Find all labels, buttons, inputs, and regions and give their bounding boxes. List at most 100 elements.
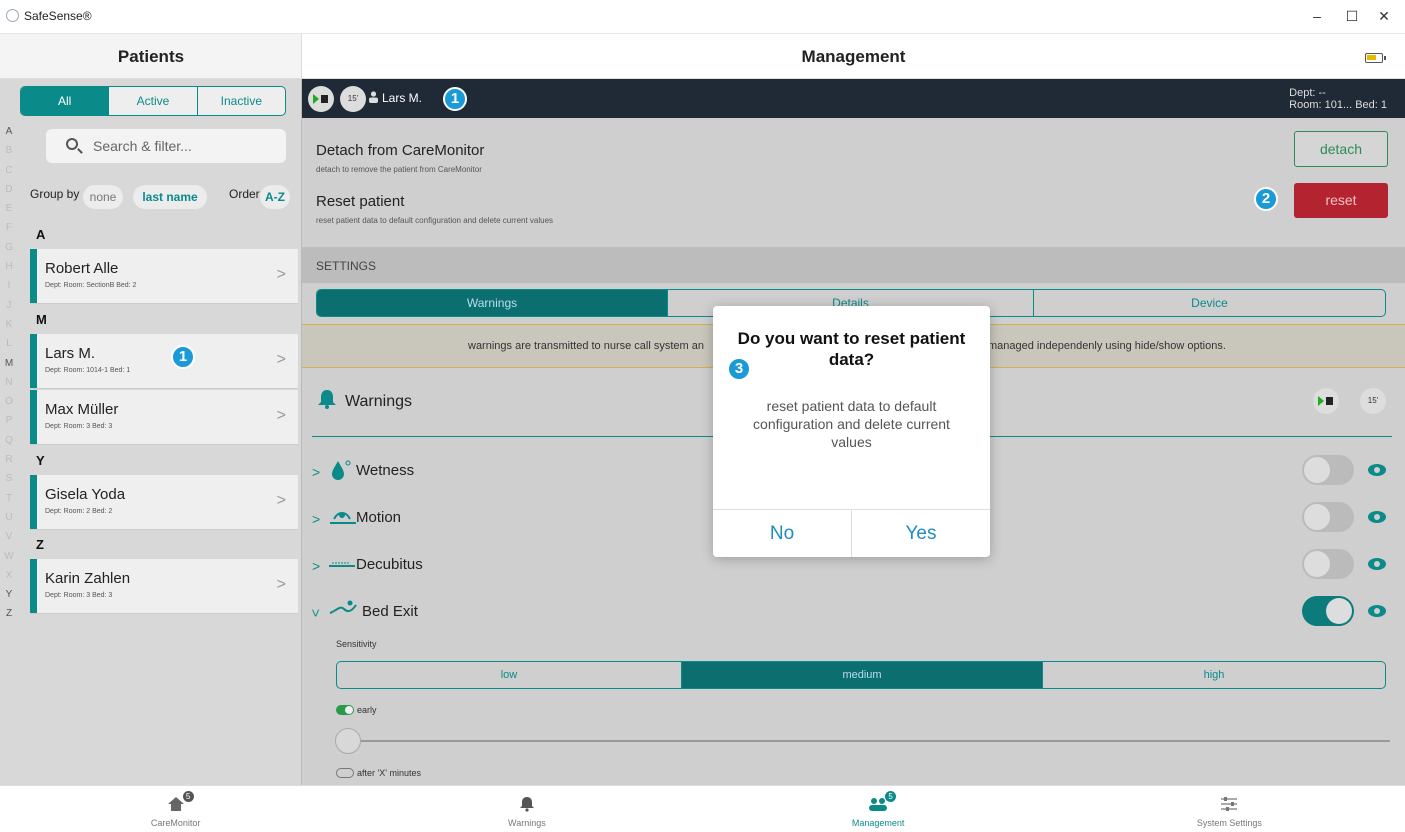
sensitivity-high[interactable]: high — [1043, 662, 1385, 688]
maximize-button[interactable]: ☐ — [1341, 6, 1363, 26]
wetness-toggle[interactable] — [1302, 455, 1354, 485]
alphabet-index-letter[interactable]: Z — [0, 604, 18, 623]
nav-system-settings[interactable]: System Settings — [1054, 786, 1405, 832]
chevron-right-icon: > — [276, 407, 286, 424]
alphabet-index-letter[interactable]: O — [0, 392, 18, 411]
dialog-title: Do you want to reset patient data? — [737, 329, 966, 369]
patient-row[interactable]: Karin Zahlen Dept: Room: 3 Bed: 3 > — [30, 559, 298, 614]
alphabet-index-letter[interactable]: D — [0, 180, 18, 199]
bed-exit-toggle[interactable] — [1302, 596, 1354, 626]
sensitivity-low[interactable]: low — [337, 662, 682, 688]
yes-button[interactable]: Yes — [852, 510, 990, 557]
group-none-button[interactable]: none — [83, 185, 123, 209]
alphabet-index-letter[interactable]: V — [0, 527, 18, 546]
nav-management[interactable]: 5 Management — [703, 786, 1054, 832]
order-button[interactable]: A-Z — [260, 185, 290, 209]
sensitivity-label: Sensitivity — [336, 639, 377, 649]
alphabet-index-letter[interactable]: Y — [0, 585, 18, 604]
eye-icon[interactable] — [1368, 464, 1386, 476]
timer-button[interactable]: 15' — [340, 86, 366, 112]
after-minutes-switch[interactable] — [336, 768, 354, 778]
home-icon: 5 — [166, 791, 194, 812]
bottom-navigation: 5 CareMonitor Warnings 5 Management Syst… — [0, 785, 1405, 832]
minimize-button[interactable]: – — [1306, 6, 1328, 26]
play-stop-button[interactable] — [1313, 388, 1339, 414]
motion-toggle[interactable] — [1302, 502, 1354, 532]
patient-row[interactable]: Gisela Yoda Dept: Room: 2 Bed: 2 > — [30, 475, 298, 530]
settings-section: SETTINGS — [302, 247, 1405, 283]
nav-label: Warnings — [508, 818, 546, 828]
callout-marker: 1 — [171, 345, 195, 369]
eye-icon[interactable] — [1368, 558, 1386, 570]
alphabet-index-letter[interactable]: U — [0, 508, 18, 527]
alphabet-index-letter[interactable]: N — [0, 373, 18, 392]
alphabet-index-letter[interactable]: C — [0, 161, 18, 180]
reset-button[interactable]: reset — [1294, 183, 1388, 218]
alphabet-index-letter[interactable]: P — [0, 411, 18, 430]
expand-motion-chevron-icon[interactable]: > — [312, 511, 320, 527]
filter-active[interactable]: Active — [109, 87, 198, 115]
filter-all[interactable]: All — [21, 87, 110, 115]
alphabet-index-letter[interactable]: R — [0, 450, 18, 469]
sensitivity-medium[interactable]: medium — [682, 662, 1043, 688]
group-last-name-button[interactable]: last name — [133, 185, 207, 209]
alphabet-index-letter[interactable]: B — [0, 141, 18, 160]
expand-wetness-chevron-icon[interactable]: > — [312, 464, 320, 480]
patient-row[interactable]: Lars M. Dept: Room: 1014-1 Bed: 1 > — [30, 334, 298, 389]
title-bar: SafeSense® – ☐ ✕ — [0, 0, 1405, 34]
patient-name: Lars M. — [45, 345, 96, 362]
no-button[interactable]: No — [713, 510, 852, 557]
delay-slider-handle[interactable] — [335, 728, 361, 754]
warnings-title: Warnings — [345, 393, 412, 410]
search-input[interactable]: Search & filter... — [46, 129, 286, 163]
alphabet-index-letter[interactable]: W — [0, 547, 18, 566]
alphabet-index-letter[interactable]: S — [0, 469, 18, 488]
window-title: SafeSense® — [24, 9, 92, 23]
alphabet-index: ABCDEFGHIJKLMNOPQRSTUVWXYZ — [0, 122, 18, 624]
patients-header: Patients — [0, 34, 302, 79]
early-label: early — [357, 705, 377, 715]
nav-warnings[interactable]: Warnings — [351, 786, 702, 832]
alphabet-index-letter[interactable]: A — [0, 122, 18, 141]
eye-icon[interactable] — [1368, 511, 1386, 523]
status-bar — [30, 390, 37, 444]
early-switch[interactable] — [336, 705, 354, 715]
alphabet-index-letter[interactable]: H — [0, 257, 18, 276]
play-stop-icon — [313, 94, 328, 104]
callout-marker: 2 — [1254, 187, 1278, 211]
expand-decubitus-chevron-icon[interactable]: > — [312, 558, 320, 574]
alphabet-index-letter[interactable]: T — [0, 489, 18, 508]
app-icon — [6, 9, 19, 22]
alphabet-index-letter[interactable]: X — [0, 566, 18, 585]
patient-row[interactable]: Max Müller Dept: Room: 3 Bed: 3 > — [30, 390, 298, 445]
close-button[interactable]: ✕ — [1373, 6, 1395, 26]
sensitivity-selector: low medium high — [336, 661, 1386, 689]
chevron-right-icon: > — [276, 266, 286, 283]
play-stop-button[interactable] — [308, 86, 334, 112]
alphabet-index-letter[interactable]: I — [0, 276, 18, 295]
filter-inactive[interactable]: Inactive — [198, 87, 285, 115]
tab-warnings[interactable]: Warnings — [317, 290, 668, 316]
patient-row[interactable]: Robert Alle Dept: Room: SectionB Bed: 2 … — [30, 249, 298, 304]
status-bar — [30, 475, 37, 529]
alphabet-index-letter[interactable]: E — [0, 199, 18, 218]
tab-device[interactable]: Device — [1034, 290, 1385, 316]
nav-label: Management — [851, 818, 905, 828]
timer-button[interactable]: 15' — [1360, 388, 1386, 414]
decubitus-toggle[interactable] — [1302, 549, 1354, 579]
alphabet-index-letter[interactable]: L — [0, 334, 18, 353]
detach-button[interactable]: detach — [1294, 131, 1388, 167]
alphabet-index-letter[interactable]: F — [0, 218, 18, 237]
alphabet-index-letter[interactable]: Q — [0, 431, 18, 450]
bell-icon — [318, 390, 336, 409]
droplet-icon — [332, 460, 351, 480]
alphabet-index-letter[interactable]: K — [0, 315, 18, 334]
collapse-bed-exit-chevron-icon[interactable]: > — [308, 609, 324, 617]
alphabet-index-letter[interactable]: J — [0, 296, 18, 315]
alphabet-index-letter[interactable]: M — [0, 354, 18, 373]
nav-caremonitor[interactable]: 5 CareMonitor — [0, 786, 351, 832]
alphabet-index-letter[interactable]: G — [0, 238, 18, 257]
warning-item-label: Bed Exit — [362, 603, 418, 620]
eye-icon[interactable] — [1368, 605, 1386, 617]
delay-slider-track[interactable] — [346, 740, 1390, 742]
